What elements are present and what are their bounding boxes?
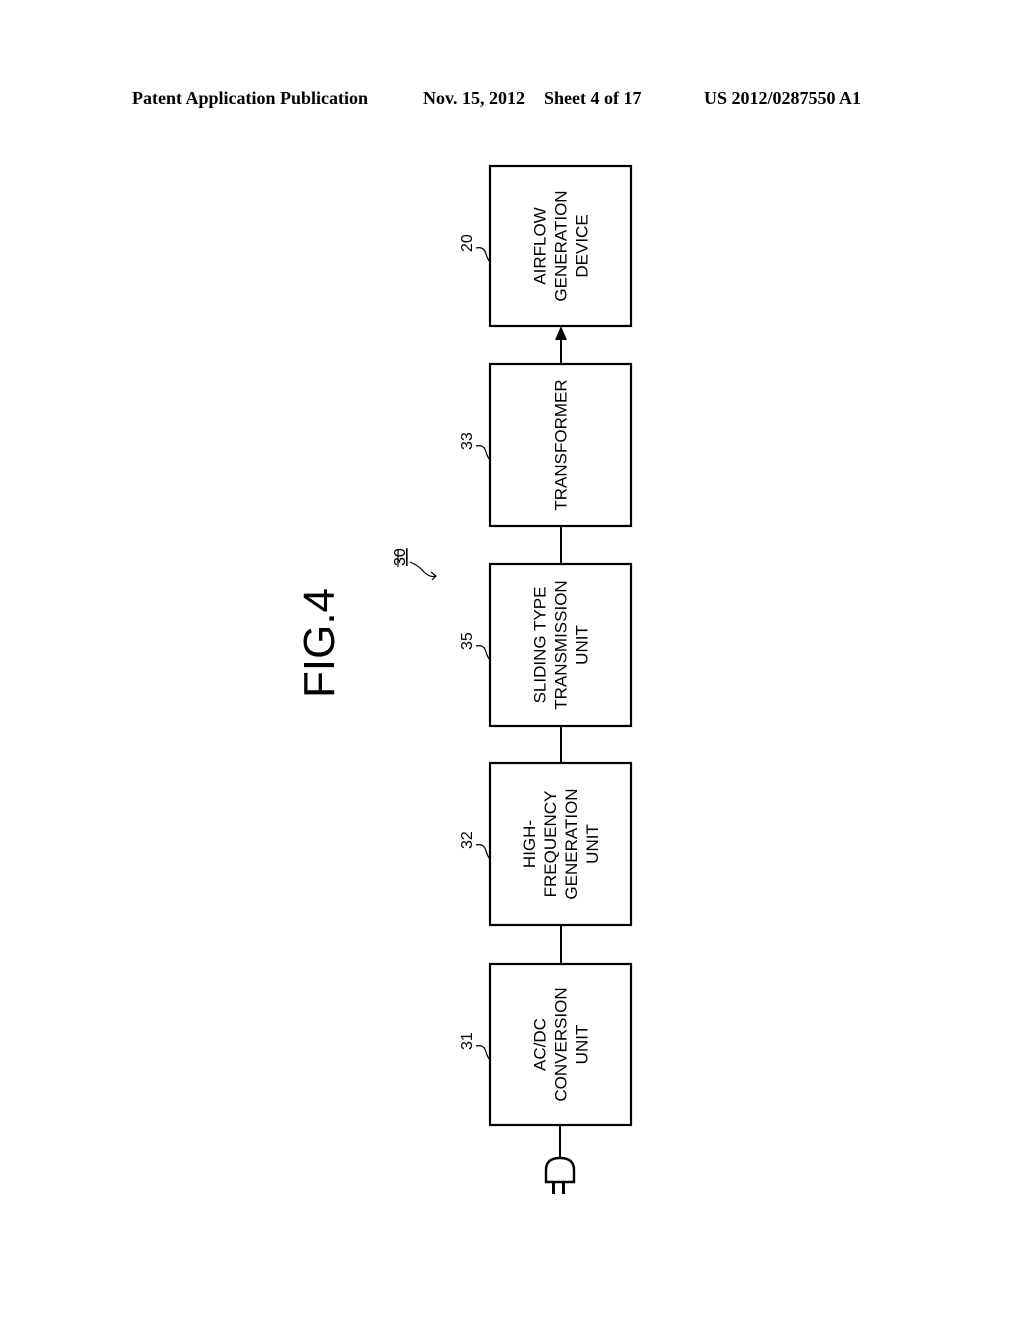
system-ref-number: 30 [392, 548, 409, 566]
leader-line [475, 844, 491, 860]
block-20: AIRFLOW GENERATION DEVICE 20 [459, 164, 633, 328]
block-32: HIGH- FREQUENCY GENERATION UNIT 32 [459, 761, 633, 927]
block-label-line: UNIT [573, 1025, 592, 1065]
block-label-line: GENERATION [552, 190, 571, 301]
block-ref-number: 31 [459, 1032, 476, 1050]
block-diagram: FIG.4 30 AIRFLOW GENERATION DEVICE20TRANSF… [295, 164, 633, 1194]
leader-line [475, 645, 491, 661]
block-label-line: TRANSFORMER [552, 379, 571, 510]
block-31: AC/DC CONVERSION UNIT 31 [459, 962, 633, 1127]
block-35: SLIDING TYPE TRANSMISSION UNIT 35 [459, 562, 633, 728]
block-ref-number: 35 [459, 632, 476, 650]
leader-line [475, 247, 491, 263]
block-label-line: AC/DC [531, 1018, 550, 1071]
block-label-line: GENERATION [562, 788, 581, 899]
arrow-up-icon [555, 326, 567, 340]
leader-line [475, 445, 491, 461]
block-label-line: AIRFLOW [531, 207, 550, 284]
block-label: TRANSFORMER [552, 379, 571, 510]
block-ref-number: 33 [459, 432, 476, 450]
block-33: TRANSFORMER 33 [459, 362, 633, 528]
block-label-line: SLIDING TYPE [531, 587, 550, 704]
block-label-line: DEVICE [573, 214, 592, 277]
block-label-line: UNIT [573, 625, 592, 665]
system-ref: 30 [392, 548, 437, 581]
block-box [488, 761, 633, 927]
block-label-line: TRANSMISSION [552, 580, 571, 709]
block-ref-number: 32 [459, 831, 476, 849]
figure-title: FIG.4 [295, 588, 344, 698]
power-plug-icon [544, 1156, 576, 1194]
block-label-line: FREQUENCY [541, 791, 560, 898]
block-label-line: HIGH- [520, 820, 539, 868]
block-label-line: CONVERSION [552, 987, 571, 1101]
block-ref-number: 20 [459, 234, 476, 252]
leader-line [475, 1045, 491, 1061]
block-label-line: UNIT [583, 824, 602, 864]
